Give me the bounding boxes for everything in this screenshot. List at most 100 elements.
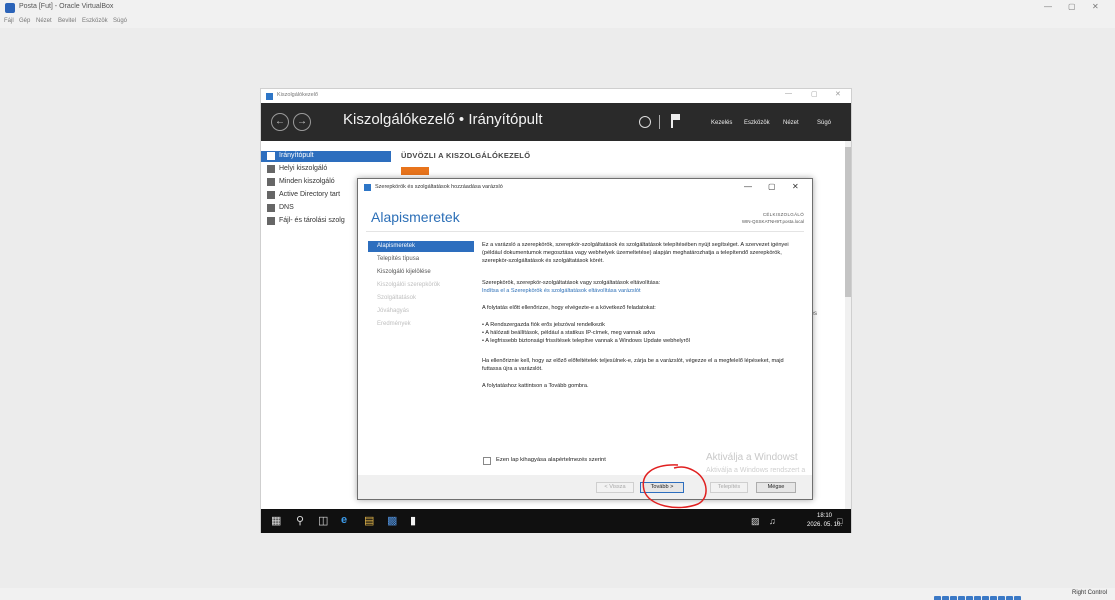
display-status-icon[interactable] <box>982 596 989 600</box>
directory-icon <box>267 191 275 199</box>
target-server-label: CÉLKISZOLGÁLÓ <box>762 212 804 217</box>
red-annotation-circle <box>642 464 707 509</box>
step-server-roles: Kiszolgálói szerepkörök <box>377 282 441 288</box>
minimize-button[interactable]: — <box>1044 2 1052 11</box>
menu-machine[interactable]: Gép <box>19 18 30 24</box>
task-view-icon[interactable]: ◫ <box>318 514 328 527</box>
activation-watermark-subtext: Aktiválja a Windows rendszert a <box>706 467 806 474</box>
step-results: Eredmények <box>377 321 411 327</box>
maximize-button[interactable]: ▢ <box>1068 2 1076 11</box>
sm-minimize-button[interactable]: — <box>785 90 792 97</box>
forward-arrow-icon[interactable]: → <box>293 113 311 131</box>
sidebar-item-dashboard[interactable]: Irányítópult <box>261 151 391 162</box>
vbox-status-icons <box>934 590 1064 600</box>
verify-paragraph: Ha ellenőriznie kell, hogy az előző előf… <box>482 358 784 372</box>
back-arrow-icon[interactable]: ← <box>271 113 289 131</box>
notification-center-icon[interactable]: □ <box>837 516 842 526</box>
step-features: Szolgáltatások <box>377 295 417 301</box>
menu-manage[interactable]: Kezelés <box>711 120 732 126</box>
wizard-minimize-button[interactable]: — <box>744 182 752 191</box>
server-manager-title: Kiszolgálókezelő <box>277 92 318 98</box>
header-separator <box>659 115 660 129</box>
wizard-titlebar: Szerepkörök és szolgáltatások hozzáadása… <box>358 179 812 195</box>
prerequisite-list: A Rendszergazda fiók erős jelszóval rend… <box>482 321 804 345</box>
keyboard-capture-icon[interactable] <box>1014 596 1021 600</box>
network-tray-icon[interactable]: ▨ <box>751 516 760 527</box>
dns-icon <box>267 204 275 212</box>
checkbox-box[interactable] <box>483 457 491 465</box>
sm-maximize-button[interactable]: ▢ <box>811 90 818 98</box>
virtualbox-icon <box>5 3 15 13</box>
notepad-icon[interactable]: ▮ <box>410 514 416 527</box>
menu-devices[interactable]: Eszközök <box>82 18 108 24</box>
server-manager-taskbar-icon[interactable]: ▩ <box>387 514 397 527</box>
windows-taskbar: ▦ ⚲ ◫ e ▤ ▩ ▮ ▨ ♫ 18:10 2026. 05. 10. □ <box>261 509 851 533</box>
vbox-window-title: Posta [Fut] - Oracle VirtualBox <box>19 3 114 10</box>
main-scrollbar[interactable] <box>845 141 851 514</box>
storage-status-icon[interactable] <box>934 596 941 600</box>
shared-folder-status-icon[interactable] <box>974 596 981 600</box>
wizard-page-heading: Alapismeretek <box>371 209 460 225</box>
list-item: A legfrissebb biztonsági frissítések tel… <box>482 337 804 345</box>
target-server: CÉLKISZOLGÁLÓ WIN-QSSKATNH9T.posta.local <box>742 211 804 225</box>
step-server-selection[interactable]: Kiszolgáló kijelölése <box>368 267 474 278</box>
network-status-icon[interactable] <box>958 596 965 600</box>
menu-help-sm[interactable]: Súgó <box>817 120 831 126</box>
activation-watermark: Aktiválja a Windowst <box>706 452 798 463</box>
usb-status-icon[interactable] <box>966 596 973 600</box>
volume-tray-icon[interactable]: ♫ <box>769 516 776 526</box>
sidebar-item-local-server[interactable]: Helyi kiszolgáló <box>261 164 391 175</box>
list-item: A Rendszergazda fiók erős jelszóval rend… <box>482 321 804 329</box>
menu-tools[interactable]: Eszközök <box>744 120 770 126</box>
target-server-value: WIN-QSSKATNH9T.posta.local <box>741 219 804 224</box>
menu-view[interactable]: Nézet <box>36 18 52 24</box>
step-installation-type[interactable]: Telepítés típusa <box>368 254 474 265</box>
step-basics[interactable]: Alapismeretek <box>368 241 474 252</box>
wizard-divider <box>366 231 804 232</box>
host-key-label: Right Control <box>1072 590 1108 596</box>
welcome-heading: ÜDVÖZLI A KISZOLGÁLÓKEZELŐ <box>401 151 531 160</box>
wizard-footer: < Vissza Tovább > Telepítés Mégse <box>358 475 812 499</box>
wizard-maximize-button[interactable]: ▢ <box>768 182 776 191</box>
server-manager-titlebar: Kiszolgálókezelő — ▢ ✕ <box>261 89 851 103</box>
intro-paragraph: Ez a varázsló a szerepkörök, szerepkör-s… <box>482 242 789 264</box>
vbox-menubar: Fájl Gép Nézet Bevitel Eszközök Súgó <box>0 16 1115 28</box>
list-item: A hálózati beállítások, például a statik… <box>482 329 804 337</box>
sm-close-button[interactable]: ✕ <box>835 90 841 98</box>
remove-wizard-link[interactable]: Indítsa el a Szerepkörök és szolgáltatás… <box>482 287 804 295</box>
optical-status-icon[interactable] <box>942 596 949 600</box>
close-button[interactable]: ✕ <box>1092 2 1099 11</box>
servers-icon <box>267 178 275 186</box>
search-icon[interactable]: ⚲ <box>296 514 304 527</box>
recording-status-icon[interactable] <box>990 596 997 600</box>
audio-status-icon[interactable] <box>950 596 957 600</box>
scrollbar-thumb[interactable] <box>845 147 851 297</box>
skip-page-label: Ezen lap kihagyása alapértelmezés szerin… <box>496 457 606 463</box>
menu-input[interactable]: Bevitel <box>58 18 76 24</box>
dashboard-icon <box>267 152 275 160</box>
install-button: Telepítés <box>710 482 748 493</box>
wizard-title: Szerepkörök és szolgáltatások hozzáadása… <box>375 184 503 190</box>
cancel-button[interactable]: Mégse <box>756 482 796 493</box>
wizard-icon <box>364 184 371 191</box>
server-manager-icon <box>266 93 273 100</box>
storage-icon <box>267 217 275 225</box>
mouse-integration-icon[interactable] <box>1006 596 1013 600</box>
start-windows-icon[interactable]: ▦ <box>271 514 281 527</box>
file-explorer-icon[interactable]: ▤ <box>364 514 374 527</box>
server-icon <box>267 165 275 173</box>
edge-browser-icon[interactable]: e <box>341 514 347 526</box>
wizard-close-button[interactable]: ✕ <box>792 182 799 191</box>
menu-file[interactable]: Fájl <box>4 18 14 24</box>
breadcrumb: Kiszolgálókezelő • Irányítópult <box>343 111 543 128</box>
remove-intro-text: Szerepkörök, szerepkör-szolgáltatások va… <box>482 280 661 286</box>
server-manager-header: ← → Kiszolgálókezelő • Irányítópult Keze… <box>261 103 851 141</box>
notifications-flag-icon[interactable] <box>671 114 680 128</box>
cpu-status-icon[interactable] <box>998 596 1005 600</box>
back-button: < Vissza <box>596 482 634 493</box>
refresh-icon[interactable] <box>639 116 651 128</box>
quick-start-tile[interactable] <box>401 167 429 175</box>
menu-help[interactable]: Súgó <box>113 18 127 24</box>
menu-view-sm[interactable]: Nézet <box>783 120 799 126</box>
check-intro-text: A folytatás előtt ellenőrizze, hogy elvé… <box>482 305 656 311</box>
